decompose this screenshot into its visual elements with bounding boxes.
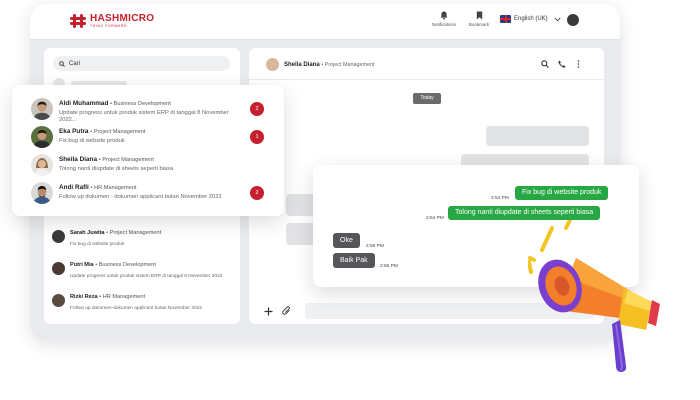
contact-name: Rizki Reza bbox=[70, 294, 98, 300]
bookmark-button[interactable]: Bookmark bbox=[464, 11, 494, 27]
user-avatar[interactable] bbox=[567, 14, 579, 26]
contact-dept: Business Development bbox=[113, 101, 171, 107]
contact-name: Sheila Diana bbox=[59, 156, 98, 163]
contact-dept: HR Management bbox=[94, 185, 137, 191]
more-vertical-icon[interactable] bbox=[577, 60, 580, 68]
list-item[interactable]: Sheila Diana • Project Management Tolong… bbox=[31, 154, 276, 182]
contact-name: Aldi Muhammad bbox=[59, 100, 109, 107]
contact-dept: Project Management bbox=[109, 230, 162, 236]
contact-name: Andi Rafli bbox=[59, 184, 89, 191]
message-preview: Update progress untuk produk sistem ERP … bbox=[70, 274, 223, 279]
contact-dept: Business Development bbox=[98, 262, 156, 268]
search-input[interactable]: Cari bbox=[53, 56, 230, 71]
message-preview: Tolong nanti diupdate di sheets seperti … bbox=[59, 166, 174, 172]
outgoing-message: Fix bug di website produk bbox=[515, 186, 609, 200]
list-item[interactable]: Aldi Muhammad • Business Development Upd… bbox=[31, 98, 276, 126]
bookmark-label: Bookmark bbox=[468, 22, 490, 27]
avatar bbox=[31, 154, 53, 176]
message-time: 2:54 PM bbox=[426, 216, 444, 221]
contact-name: Sarah Juwita bbox=[70, 230, 105, 236]
search-icon[interactable] bbox=[541, 60, 549, 68]
logo-tagline: THINK FORWARD bbox=[90, 24, 128, 28]
hashmicro-logo[interactable]: HASHMICRO THINK FORWARD bbox=[70, 14, 154, 29]
avatar bbox=[31, 182, 53, 204]
contact-dept: Project Management bbox=[93, 129, 146, 135]
contact-name: Eka Putra bbox=[59, 128, 89, 135]
list-item[interactable]: Andi Rafli • HR Management Follow up dok… bbox=[31, 182, 276, 210]
list-item[interactable]: Putri Mia • Business Development Update … bbox=[52, 260, 232, 286]
incoming-message: Baik Pak bbox=[333, 253, 375, 268]
chevron-down-icon bbox=[554, 17, 561, 21]
notifications-label: Notifications bbox=[431, 22, 457, 27]
bookmark-icon bbox=[476, 11, 482, 20]
top-bar: HASHMICRO THINK FORWARD Notifications Bo… bbox=[30, 4, 620, 40]
chat-header: Sheila Diana • Project Management bbox=[249, 48, 604, 80]
message-preview: Follow up dokumen - dokumen applicant bu… bbox=[59, 194, 222, 200]
unread-badge: 2 bbox=[250, 186, 264, 200]
message-placeholder bbox=[486, 126, 589, 146]
contact-dept: HR Management bbox=[102, 294, 146, 300]
message-preview: Fix bug di website produk bbox=[59, 138, 125, 144]
message-preview: Fix bug di website produk bbox=[70, 242, 125, 247]
paperclip-icon[interactable] bbox=[282, 306, 292, 317]
date-divider: Today bbox=[413, 93, 441, 104]
search-icon bbox=[59, 60, 65, 67]
chat-contact-dept: Project Management bbox=[324, 62, 375, 68]
unread-badge: 2 bbox=[250, 102, 264, 116]
contact-dept: Project Management bbox=[102, 157, 154, 163]
avatar bbox=[266, 58, 279, 71]
hashmicro-logo-mark bbox=[70, 14, 86, 29]
chat-contact-name: Sheila Diana bbox=[284, 62, 320, 68]
avatar bbox=[31, 98, 53, 120]
phone-icon[interactable] bbox=[558, 60, 566, 68]
language-selector[interactable]: English (UK) bbox=[500, 15, 561, 23]
search-placeholder: Cari bbox=[69, 60, 81, 67]
unread-badge: 1 bbox=[250, 130, 264, 144]
language-label: English (UK) bbox=[514, 16, 548, 22]
avatar bbox=[52, 294, 65, 307]
list-item[interactable]: Eka Putra • Project Management Fix bug d… bbox=[31, 126, 276, 154]
plus-icon[interactable] bbox=[264, 307, 273, 316]
list-item[interactable]: Rizki Reza • HR Management Follow up dok… bbox=[52, 292, 232, 318]
incoming-message: Oke bbox=[333, 233, 360, 248]
avatar bbox=[52, 262, 65, 275]
message-time: 2:56 PM bbox=[366, 244, 384, 249]
logo-name: HASHMICRO bbox=[90, 13, 155, 24]
message-preview: Follow up dokumen-dokumen applicant bula… bbox=[70, 306, 202, 311]
outgoing-message: Tolong nanti diupdate di sheets seperti … bbox=[448, 206, 601, 220]
chat-preview-card: Aldi Muhammad • Business Development Upd… bbox=[12, 85, 284, 216]
megaphone-icon bbox=[528, 220, 660, 372]
avatar bbox=[52, 230, 65, 243]
uk-flag-icon bbox=[500, 15, 511, 23]
notification-bell-icon bbox=[440, 11, 448, 20]
message-time: 2:56 PM bbox=[380, 264, 398, 269]
avatar bbox=[31, 126, 53, 148]
stage: HASHMICRO THINK FORWARD Notifications Bo… bbox=[0, 0, 700, 400]
notifications-button[interactable]: Notifications bbox=[429, 11, 459, 27]
message-time: 2:54 PM bbox=[491, 196, 509, 201]
contact-name: Putri Mia bbox=[70, 262, 94, 268]
list-item[interactable]: Sarah Juwita • Project Management Fix bu… bbox=[52, 228, 232, 254]
message-preview: Update progress untuk produk sistem ERP … bbox=[59, 110, 229, 123]
